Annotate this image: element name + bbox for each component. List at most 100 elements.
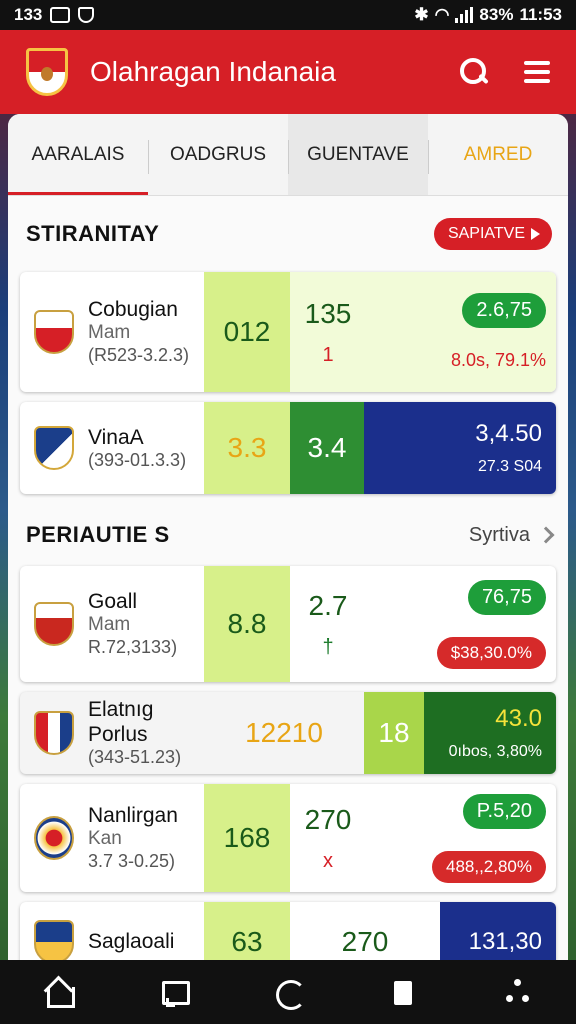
score-value: 8.8 — [227, 608, 267, 639]
score-cell[interactable]: 270 x — [290, 784, 366, 892]
team-crest-icon — [34, 426, 74, 470]
score-cell[interactable]: 135 1 — [290, 272, 366, 392]
section-title: STIRANITAY — [26, 221, 160, 246]
odds-block[interactable]: 131,30 — [440, 902, 556, 960]
team-subtitle: Mam — [88, 614, 131, 636]
chat-icon[interactable] — [158, 977, 190, 1007]
tab-3[interactable]: GUENTAVE — [288, 114, 428, 195]
odds-value: 43.0 — [495, 705, 542, 732]
score-value: 135 — [304, 297, 352, 329]
tab-2[interactable]: OADGRUS — [148, 114, 288, 195]
odds-badge[interactable]: P.5,20 — [462, 793, 546, 829]
score-value: 3.4 — [307, 432, 347, 463]
odds-block[interactable]: 3,4.50 27.3 S04 — [364, 402, 556, 494]
section-action-label: SAPIATVE — [447, 225, 525, 242]
app-bar: Olahragan Indanaia — [0, 30, 576, 114]
menu-icon[interactable] — [524, 61, 550, 83]
odds-change-badge: $38,30.0% — [436, 636, 546, 669]
status-time-right: 11:53 — [519, 5, 562, 24]
score-cell[interactable]: 63 — [204, 902, 290, 960]
team-name: VinaA — [88, 425, 144, 449]
team-name: Elatnıg Porlus — [88, 698, 154, 747]
status-bar: 133 ✱ ◠ 83% 11:53 — [0, 0, 576, 30]
odds-badge[interactable]: 2.6,75 — [462, 293, 546, 328]
team-odds: (343-51.23) — [88, 747, 182, 768]
match-row[interactable]: VinaA (393-01.3.3) 3.3 3.4 3,4.50 27.3 S… — [20, 402, 556, 494]
score-cell[interactable]: 3.4 — [290, 402, 364, 494]
team-odds: (393-01.3.3) — [88, 449, 187, 470]
team-crest-icon — [34, 310, 74, 354]
odds-block[interactable]: 43.0 0ıbos, 3,80% — [424, 692, 556, 774]
team-crest-icon — [34, 920, 74, 960]
app-title: Olahragan Indanaia — [90, 56, 336, 87]
odds-change: 0ıbos, 3,80% — [448, 743, 542, 760]
bottom-nav — [0, 960, 576, 1024]
clipboard-icon[interactable] — [388, 977, 418, 1007]
team-odds: R.72,3133) — [88, 637, 178, 658]
main-card: AARALAIS OADGRUS GUENTAVE AMRED STIRANIT… — [8, 114, 568, 960]
section-header-2: PERIAUTIE S Syrtiva — [8, 504, 568, 566]
team-subtitle: Mam — [88, 322, 131, 344]
tab-bar: AARALAIS OADGRUS GUENTAVE AMRED — [8, 114, 568, 196]
odds-value: 131,30 — [468, 928, 542, 955]
section-action-button[interactable]: SAPIATVE — [433, 218, 552, 250]
more-icon[interactable] — [503, 977, 533, 1007]
search-icon[interactable] — [458, 56, 490, 88]
score-note: 1 — [322, 343, 334, 366]
score-value: 18 — [378, 717, 410, 748]
score-cell[interactable]: 012 — [204, 272, 290, 392]
match-row[interactable]: Goall Mam R.72,3133) 8.8 2.7 † 76,75 $38… — [20, 566, 556, 682]
team-odds: 3.7 3-0.25) — [88, 851, 176, 872]
status-time-left: 133 — [14, 5, 43, 24]
team-name: Cobugian — [88, 298, 178, 322]
team-crest-icon — [34, 711, 74, 755]
match-row[interactable]: Saglaoali 63 270 131,30 — [20, 902, 556, 960]
score-cell[interactable]: 12210 — [204, 692, 364, 774]
team-subtitle: Kan — [88, 828, 122, 850]
app-logo-icon — [26, 48, 68, 96]
team-name: Saglaoali — [88, 930, 175, 954]
score-cell[interactable]: 3.3 — [204, 402, 290, 494]
team-crest-icon — [34, 816, 74, 860]
team-crest-icon — [34, 602, 74, 646]
image-notification-icon — [50, 7, 71, 23]
see-all-label: Syrtiva — [468, 523, 530, 546]
odds-change-badge: 488,,2,80% — [431, 850, 546, 883]
team-odds: (R523-3.2.3) — [88, 345, 190, 366]
team-name: Nanlirgan — [88, 804, 178, 828]
home-icon[interactable] — [43, 977, 75, 1008]
score-cell[interactable]: 18 — [364, 692, 424, 774]
score-value: 270 — [304, 803, 352, 835]
tab-1[interactable]: AARALAIS — [8, 114, 148, 195]
tab-4[interactable]: AMRED — [428, 114, 568, 195]
match-row[interactable]: Nanlirgan Kan 3.7 3-0.25) 168 270 x P.5,… — [20, 784, 556, 892]
score-value: 012 — [223, 316, 271, 347]
see-all-link[interactable]: Syrtiva — [468, 523, 555, 547]
score-value: 63 — [231, 926, 263, 957]
score-value: 12210 — [245, 717, 323, 748]
score-note: † — [322, 635, 334, 658]
match-row[interactable]: Elatnıg Porlus (343-51.23) 12210 18 43.0… — [20, 692, 556, 774]
match-row[interactable]: Cobugian Mam (R523-3.2.3) 012 135 1 2.6,… — [20, 272, 556, 392]
battery-level: 83% — [479, 5, 514, 24]
odds-badge[interactable]: 76,75 — [467, 579, 546, 615]
section-title: PERIAUTIE S — [26, 522, 170, 547]
bluetooth-icon: ✱ — [414, 5, 429, 24]
shield-notification-icon — [78, 7, 95, 23]
signal-icon — [455, 7, 474, 23]
arrow-right-icon — [531, 228, 540, 240]
refresh-icon[interactable] — [273, 977, 306, 1010]
section-header-1: STIRANITAY SAPIATVE — [8, 196, 568, 272]
odds-change: 8.0s, 79.1% — [450, 350, 546, 370]
score-cell[interactable]: 168 — [204, 784, 290, 892]
chevron-right-icon — [537, 526, 555, 544]
score-cell[interactable]: 8.8 — [204, 566, 290, 682]
score-cell[interactable]: 270 — [290, 902, 440, 960]
score-value: 2.7 — [308, 589, 348, 621]
odds-value: 3,4.50 — [475, 420, 542, 447]
score-note: x — [323, 849, 333, 872]
score-cell[interactable]: 2.7 † — [290, 566, 366, 682]
team-name: Goall — [88, 590, 138, 614]
score-value: 270 — [341, 926, 389, 957]
odds-change: 27.3 S04 — [477, 458, 542, 475]
